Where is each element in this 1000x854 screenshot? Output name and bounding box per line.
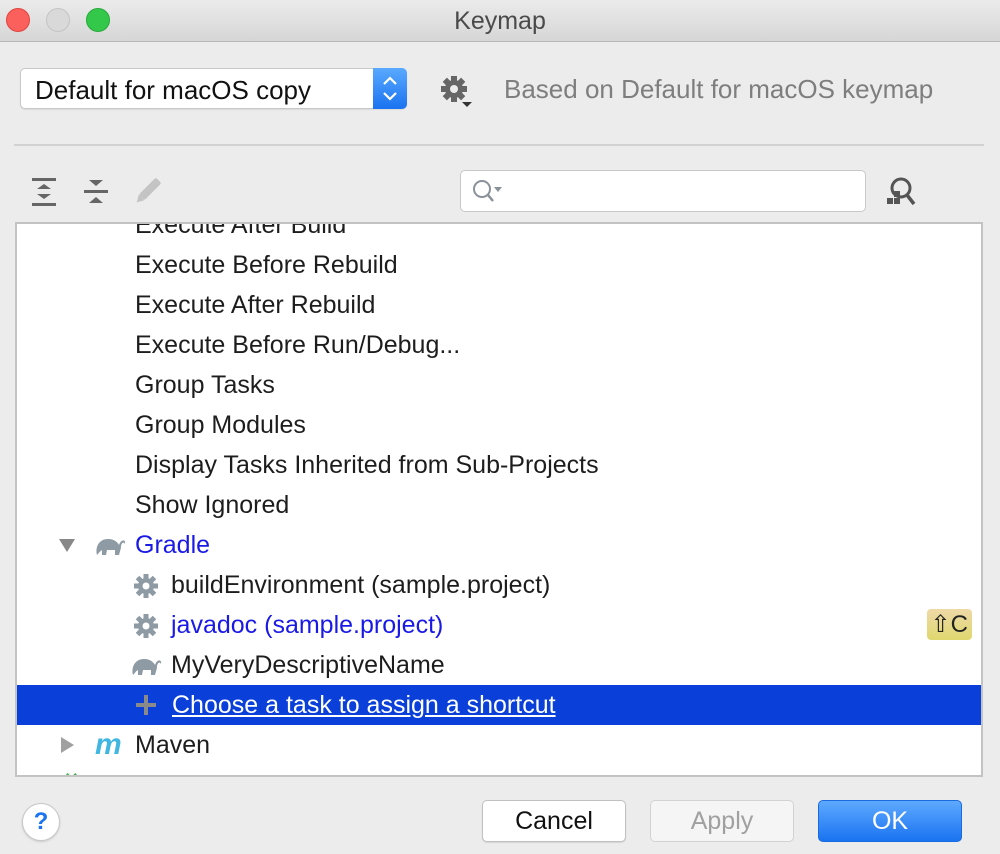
gear-icon bbox=[441, 76, 472, 107]
cancel-button[interactable]: Cancel bbox=[482, 800, 626, 842]
search-field[interactable] bbox=[460, 170, 866, 212]
gradle-elephant-icon bbox=[96, 539, 126, 555]
choose-task-link[interactable]: Choose a task to assign a shortcut bbox=[172, 685, 556, 725]
tree-row-label: Maven bbox=[135, 731, 211, 759]
gear-icon bbox=[134, 614, 158, 638]
select-stepper-icon bbox=[373, 68, 407, 109]
based-on-label: Based on Default for macOS keymap bbox=[504, 74, 934, 104]
expand-arrow-icon[interactable] bbox=[61, 737, 74, 753]
tree-row-label: Group Modules bbox=[135, 411, 306, 439]
tree-row-label: Execute After Rebuild bbox=[135, 291, 376, 319]
tree-row-choose-task[interactable]: Choose a task to assign a shortcut bbox=[17, 685, 981, 725]
keymap-select-value: Default for macOS copy bbox=[35, 75, 311, 105]
tree-row-label: Debugger Actions bbox=[99, 765, 296, 775]
gear-icon bbox=[134, 574, 158, 598]
tree-row-label: Gradle bbox=[135, 531, 211, 559]
expand-arrow-icon[interactable] bbox=[59, 539, 75, 552]
maven-icon: m bbox=[95, 728, 122, 761]
tree-row-label: Display Tasks Inherited from Sub-Project… bbox=[135, 451, 599, 479]
window-title: Keymap bbox=[454, 7, 546, 35]
tree-row[interactable]: Group Tasks bbox=[17, 365, 981, 405]
tree-row[interactable]: Execute Before Run/Debug... bbox=[17, 325, 981, 365]
gradle-elephant-icon bbox=[132, 659, 162, 675]
edit-shortcut-button[interactable] bbox=[132, 174, 164, 208]
tree-row-label: buildEnvironment (sample.project) bbox=[171, 571, 551, 599]
tree-row-label: Group Tasks bbox=[135, 371, 275, 399]
search-icon bbox=[473, 180, 502, 202]
tree-row[interactable]: MyVeryDescriptiveName bbox=[17, 645, 981, 685]
tree-row-label: MyVeryDescriptiveName bbox=[171, 651, 445, 679]
title-bar: Keymap bbox=[0, 0, 1000, 42]
tree-row-gradle[interactable]: Gradle bbox=[17, 525, 981, 565]
separator bbox=[14, 144, 984, 146]
collapse-all-button[interactable] bbox=[80, 174, 112, 208]
tree-row[interactable]: Execute After Rebuild bbox=[17, 285, 981, 325]
tree-row[interactable]: Execute Before Rebuild bbox=[17, 245, 981, 285]
tree-row[interactable]: Group Modules bbox=[17, 405, 981, 445]
tree-row-label: Execute Before Run/Debug... bbox=[135, 331, 461, 359]
tree-row-label: Show Ignored bbox=[135, 491, 290, 519]
tree-row-label: javadoc (sample.project) bbox=[171, 611, 444, 639]
ok-button[interactable]: OK bbox=[818, 800, 962, 842]
tree-row-maven[interactable]: m Maven bbox=[17, 725, 981, 765]
tree-row-label: Execute After Build bbox=[135, 222, 347, 239]
pencil-icon bbox=[136, 178, 161, 203]
collapse-all-icon bbox=[84, 180, 108, 203]
shortcut-badge: ⇧C bbox=[926, 609, 972, 640]
expand-all-icon bbox=[32, 178, 56, 206]
keymap-gear-menu-button[interactable] bbox=[438, 73, 474, 109]
apply-button[interactable]: Apply bbox=[650, 800, 794, 842]
tree-row-debugger[interactable]: × Debugger Actions bbox=[17, 765, 981, 775]
keymap-select[interactable]: Default for macOS copy bbox=[20, 68, 407, 109]
tree-row[interactable]: buildEnvironment (sample.project) bbox=[17, 565, 981, 605]
expand-all-button[interactable] bbox=[28, 174, 60, 208]
search-input[interactable] bbox=[505, 177, 859, 207]
find-by-shortcut-button[interactable] bbox=[882, 174, 918, 210]
help-button[interactable]: ? bbox=[22, 803, 60, 841]
debugger-icon: × bbox=[65, 759, 78, 775]
tree-row-label: Execute Before Rebuild bbox=[135, 251, 398, 279]
find-shortcut-icon bbox=[887, 177, 916, 206]
tree-row[interactable]: Show Ignored bbox=[17, 485, 981, 525]
tree-row[interactable]: Display Tasks Inherited from Sub-Project… bbox=[17, 445, 981, 485]
keymap-action-tree[interactable]: Execute After Build Execute Before Rebui… bbox=[15, 222, 983, 777]
tree-row[interactable]: javadoc (sample.project) ⇧C bbox=[17, 605, 981, 645]
plus-icon bbox=[136, 695, 156, 715]
tree-row[interactable]: Execute After Build bbox=[17, 222, 981, 245]
